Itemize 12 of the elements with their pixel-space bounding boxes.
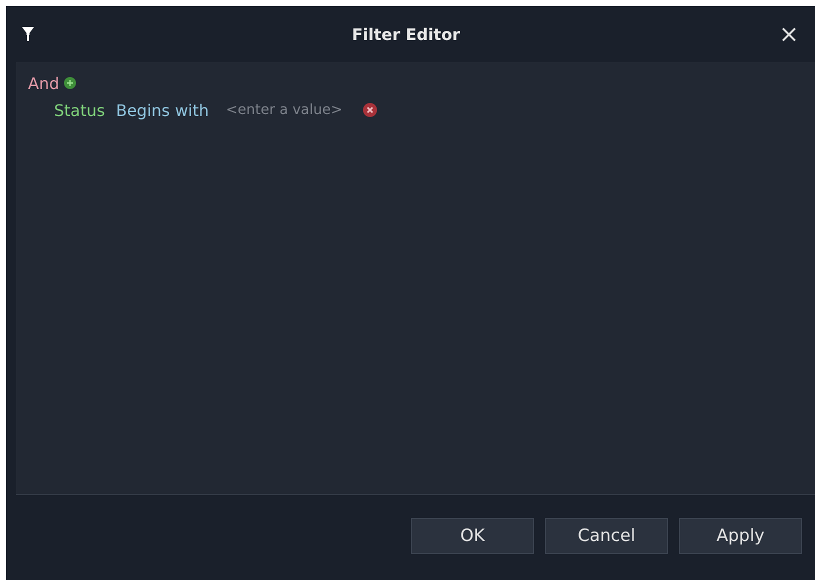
window-title: Filter Editor	[350, 24, 462, 44]
close-button[interactable]: ×	[776, 22, 801, 46]
dialog-button[interactable]: Apply	[679, 518, 802, 554]
group-operator-link[interactable]: And	[28, 74, 60, 92]
field-link[interactable]: Status	[54, 100, 105, 120]
add-icon[interactable]	[64, 77, 76, 89]
operator-link[interactable]: Begins with	[116, 100, 209, 120]
dialog-button[interactable]: OK	[411, 518, 534, 554]
funnel-icon	[21, 26, 35, 42]
remove-icon[interactable]	[362, 103, 377, 117]
value-field[interactable]: <enter a value>	[224, 102, 352, 118]
dialog-button[interactable]: Cancel	[545, 518, 668, 554]
